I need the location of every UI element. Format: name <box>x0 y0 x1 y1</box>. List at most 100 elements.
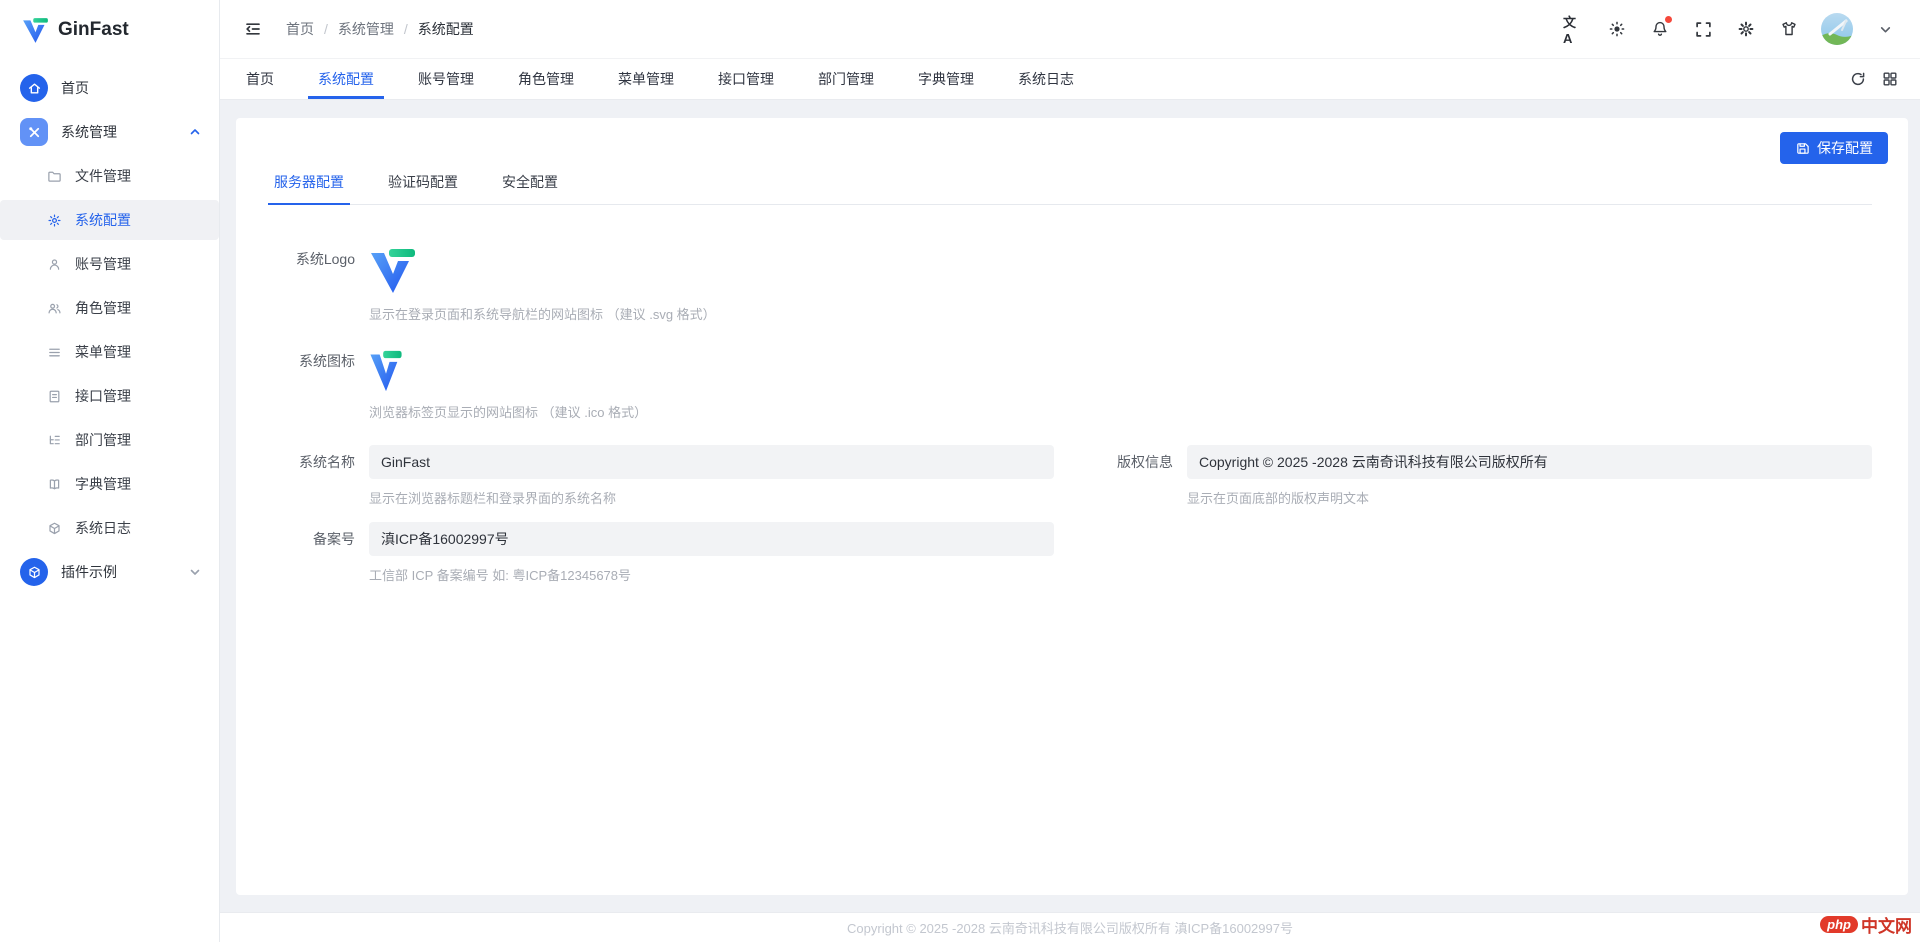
header-actions: 文A <box>1563 13 1896 45</box>
sidebar-item-system-config[interactable]: 系统配置 <box>0 200 219 240</box>
tab-captcha-config[interactable]: 验证码配置 <box>386 172 460 204</box>
field-icp: 备案号 工信部 ICP 备案编号 如: 粤ICP备12345678号 <box>272 522 1072 584</box>
brand[interactable]: GinFast <box>0 0 219 60</box>
chevron-down-icon[interactable] <box>1874 18 1896 40</box>
tab-home[interactable]: 首页 <box>244 59 276 99</box>
sidebar-item-label: 系统日志 <box>75 518 131 538</box>
sidebar-item-file-management[interactable]: 文件管理 <box>0 156 219 196</box>
sidebar-item-system-management[interactable]: 系统管理 <box>0 112 219 152</box>
theme-sun-icon[interactable] <box>1606 18 1628 40</box>
breadcrumb-separator: / <box>404 21 408 37</box>
field-system-icon: 系统图标 浏览器标签页显示的网站图标 （建议 .ico 格式） <box>272 349 1072 421</box>
tab-department-management[interactable]: 部门管理 <box>816 59 876 99</box>
field-copyright: 版权信息 显示在页面底部的版权声明文本 <box>1072 445 1872 507</box>
tools-icon <box>20 118 48 146</box>
avatar[interactable] <box>1821 13 1853 45</box>
app-root: GinFast 首页 系统管理 <box>0 0 1920 942</box>
gear-icon <box>46 212 62 228</box>
breadcrumb-system-management[interactable]: 系统管理 <box>338 19 394 39</box>
form-row-logo: 系统Logo 显示在登录页面和系统导航栏的网站图标 （建议 .svg 格式） <box>272 247 1872 323</box>
tab-security-config[interactable]: 安全配置 <box>500 172 560 204</box>
layout-grid-icon[interactable] <box>1882 71 1898 87</box>
system-icon-preview[interactable] <box>369 349 1054 393</box>
users-icon <box>46 300 62 316</box>
page-tabbar: 首页 系统配置 账号管理 角色管理 菜单管理 接口管理 部门管理 字典管理 系统… <box>220 59 1920 100</box>
field-label: 备案号 <box>272 522 355 584</box>
field-hint: 显示在登录页面和系统导航栏的网站图标 （建议 .svg 格式） <box>369 304 1054 323</box>
save-icon <box>1795 141 1810 156</box>
home-icon <box>20 74 48 102</box>
sidebar-item-role-management[interactable]: 角色管理 <box>0 288 219 328</box>
tab-api-management[interactable]: 接口管理 <box>716 59 776 99</box>
folder-icon <box>46 168 62 184</box>
footer: Copyright © 2025 -2028 云南奇讯科技有限公司版权所有 滇I… <box>220 912 1920 942</box>
save-config-label: 保存配置 <box>1817 138 1873 158</box>
field-label: 版权信息 <box>1090 445 1173 507</box>
tree-icon <box>46 432 62 448</box>
bell-icon[interactable] <box>1649 18 1671 40</box>
cube-icon <box>46 520 62 536</box>
sidebar-item-menu-management[interactable]: 菜单管理 <box>0 332 219 372</box>
tshirt-icon[interactable] <box>1778 18 1800 40</box>
collapse-sidebar-icon[interactable] <box>244 20 262 38</box>
sidebar-item-account-management[interactable]: 账号管理 <box>0 244 219 284</box>
sidebar-item-department-management[interactable]: 部门管理 <box>0 420 219 460</box>
sidebar-item-home[interactable]: 首页 <box>0 68 219 108</box>
refresh-icon[interactable] <box>1850 71 1866 87</box>
sidebar-item-label: 菜单管理 <box>75 342 131 362</box>
page-tabs: 首页 系统配置 账号管理 角色管理 菜单管理 接口管理 部门管理 字典管理 系统… <box>244 59 1076 99</box>
save-config-button[interactable]: 保存配置 <box>1780 132 1888 164</box>
breadcrumb-current: 系统配置 <box>418 19 474 39</box>
book-icon <box>46 476 62 492</box>
system-logo-preview[interactable] <box>369 247 1054 295</box>
tab-menu-management[interactable]: 菜单管理 <box>616 59 676 99</box>
fullscreen-icon[interactable] <box>1692 18 1714 40</box>
icp-input[interactable] <box>369 522 1054 556</box>
field-hint: 浏览器标签页显示的网站图标 （建议 .ico 格式） <box>369 402 1054 421</box>
notification-dot <box>1665 16 1672 23</box>
field-system-name: 系统名称 显示在浏览器标题栏和登录界面的系统名称 <box>272 445 1072 507</box>
sidebar-item-api-management[interactable]: 接口管理 <box>0 376 219 416</box>
sidebar-item-system-logs[interactable]: 系统日志 <box>0 508 219 548</box>
sidebar-menu: 首页 系统管理 文件管理 <box>0 60 219 942</box>
form-row-name-copyright: 系统名称 显示在浏览器标题栏和登录界面的系统名称 版权信息 显示在页面底部的版权… <box>272 445 1872 507</box>
field-hint: 工信部 ICP 备案编号 如: 粤ICP备12345678号 <box>369 565 1054 584</box>
field-label: 系统Logo <box>272 247 355 323</box>
sidebar-item-dictionary-management[interactable]: 字典管理 <box>0 464 219 504</box>
tab-system-config[interactable]: 系统配置 <box>316 59 376 99</box>
tab-role-management[interactable]: 角色管理 <box>516 59 576 99</box>
tab-dictionary-management[interactable]: 字典管理 <box>916 59 976 99</box>
sidebar-item-label: 文件管理 <box>75 166 131 186</box>
breadcrumb-separator: / <box>324 21 328 37</box>
sidebar-item-label: 插件示例 <box>61 562 117 582</box>
main-column: 首页 / 系统管理 / 系统配置 文A <box>220 0 1920 942</box>
sidebar-item-label: 部门管理 <box>75 430 131 450</box>
config-tabs: 服务器配置 验证码配置 安全配置 <box>272 118 1872 205</box>
system-name-input[interactable] <box>369 445 1054 479</box>
ginfast-logo-icon <box>22 17 49 44</box>
tab-server-config[interactable]: 服务器配置 <box>272 172 346 204</box>
form-row-icon: 系统图标 浏览器标签页显示的网站图标 （建议 .ico 格式） <box>272 349 1872 421</box>
breadcrumb: 首页 / 系统管理 / 系统配置 <box>286 19 474 39</box>
sidebar-item-label: 接口管理 <box>75 386 131 406</box>
tabbar-actions <box>1828 59 1920 99</box>
sidebar-item-plugin-examples[interactable]: 插件示例 <box>0 552 219 592</box>
copyright-input[interactable] <box>1187 445 1872 479</box>
sidebar-item-label: 字典管理 <box>75 474 131 494</box>
php-cn-watermark: php 中文网 <box>1820 912 1912 937</box>
settings-gear-icon[interactable] <box>1735 18 1757 40</box>
tab-system-logs[interactable]: 系统日志 <box>1016 59 1076 99</box>
menu-lines-icon <box>46 344 62 360</box>
server-config-form: 系统Logo 显示在登录页面和系统导航栏的网站图标 （建议 .svg 格式） <box>272 205 1872 584</box>
translate-icon[interactable]: 文A <box>1563 18 1585 40</box>
chevron-up-icon <box>189 126 201 138</box>
tab-account-management[interactable]: 账号管理 <box>416 59 476 99</box>
breadcrumb-home[interactable]: 首页 <box>286 19 314 39</box>
header: 首页 / 系统管理 / 系统配置 文A <box>220 0 1920 59</box>
field-system-logo: 系统Logo 显示在登录页面和系统导航栏的网站图标 （建议 .svg 格式） <box>272 247 1072 323</box>
field-hint: 显示在页面底部的版权声明文本 <box>1187 488 1872 507</box>
sidebar-item-label: 账号管理 <box>75 254 131 274</box>
sidebar-item-label: 角色管理 <box>75 298 131 318</box>
document-icon <box>46 388 62 404</box>
config-card: 保存配置 服务器配置 验证码配置 安全配置 系统Logo <box>236 118 1908 895</box>
